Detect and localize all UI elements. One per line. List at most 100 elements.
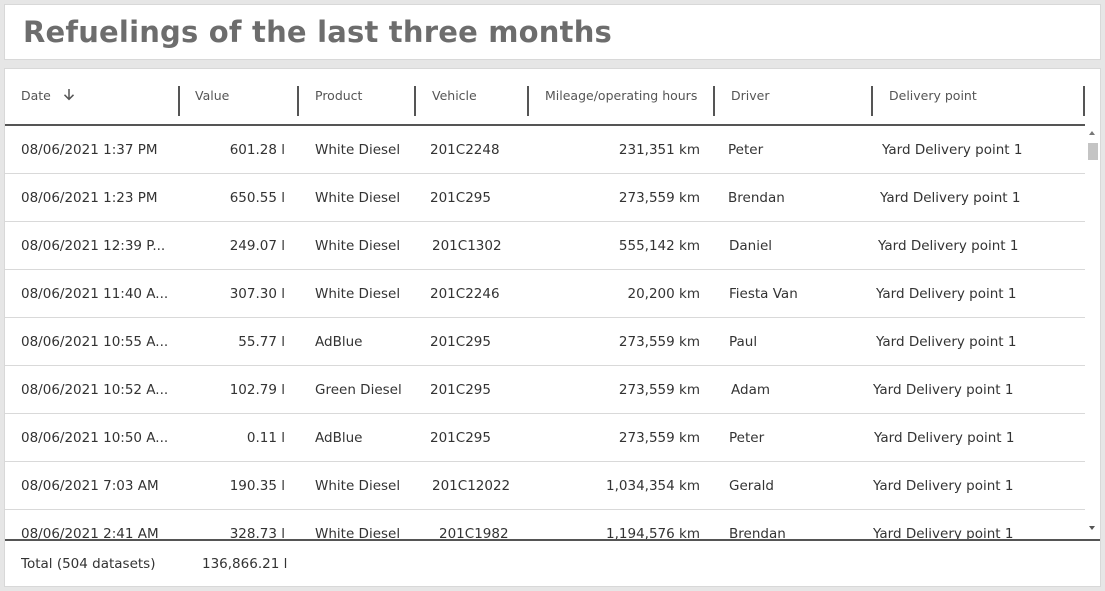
cell-date: 08/06/2021 12:39 P... — [21, 238, 166, 254]
cell-vehicle: 201C2246 — [430, 286, 500, 302]
cell-value: 55.77 l — [238, 334, 285, 350]
column-separator[interactable] — [871, 86, 873, 116]
column-separator[interactable] — [178, 86, 180, 116]
total-label: Total (504 datasets) — [21, 556, 156, 572]
cell-delivery-point: Yard Delivery point 1 — [878, 238, 1019, 254]
table-row[interactable]: 08/06/2021 10:50 A... 0.11 l AdBlue 201C… — [5, 414, 1085, 462]
cell-driver: Paul — [729, 334, 758, 350]
column-header-delivery-point[interactable]: Delivery point — [889, 86, 977, 116]
cell-value: 102.79 l — [229, 382, 285, 398]
cell-mileage: 1,194,576 km — [606, 526, 700, 539]
scroll-down-arrow-icon[interactable] — [1089, 526, 1095, 530]
cell-value: 650.55 l — [229, 190, 285, 206]
column-header-value[interactable]: Value — [195, 86, 229, 116]
cell-delivery-point: Yard Delivery point 1 — [876, 286, 1017, 302]
cell-product: AdBlue — [315, 334, 363, 350]
table-row[interactable]: 08/06/2021 1:23 PM 650.55 l White Diesel… — [5, 174, 1085, 222]
cell-date: 08/06/2021 10:55 A... — [21, 334, 169, 350]
cell-date: 08/06/2021 1:37 PM — [21, 142, 158, 158]
column-separator[interactable] — [414, 86, 416, 116]
cell-driver: Brendan — [729, 526, 786, 539]
table-row[interactable]: 08/06/2021 2:41 AM 328.73 l White Diesel… — [5, 510, 1085, 539]
column-header-vehicle[interactable]: Vehicle — [432, 86, 477, 116]
cell-mileage: 20,200 km — [627, 286, 701, 302]
table-footer: Total (504 datasets) 136,866.21 l — [5, 539, 1100, 586]
refuelings-table: Date Value Product Vehicle Mileage/opera… — [4, 68, 1101, 587]
table-row[interactable]: 08/06/2021 10:52 A... 102.79 l Green Die… — [5, 366, 1085, 414]
cell-vehicle: 201C2248 — [430, 142, 500, 158]
cell-value: 328.73 l — [229, 526, 285, 539]
cell-value: 190.35 l — [229, 478, 285, 494]
cell-mileage: 273,559 km — [618, 334, 700, 350]
cell-value: 249.07 l — [229, 238, 285, 254]
cell-driver: Fiesta Van — [729, 286, 798, 302]
table-row[interactable]: 08/06/2021 11:40 A... 307.30 l White Die… — [5, 270, 1085, 318]
cell-driver: Brendan — [728, 190, 785, 206]
column-separator[interactable] — [527, 86, 529, 116]
column-header-date[interactable]: Date — [21, 86, 75, 116]
cell-date: 08/06/2021 11:40 A... — [21, 286, 169, 302]
cell-date: 08/06/2021 10:52 A... — [21, 382, 169, 398]
table-row[interactable]: 08/06/2021 7:03 AM 190.35 l White Diesel… — [5, 462, 1085, 510]
table-row[interactable]: 08/06/2021 12:39 P... 249.07 l White Die… — [5, 222, 1085, 270]
total-value: 136,866.21 l — [202, 556, 288, 572]
cell-delivery-point: Yard Delivery point 1 — [874, 430, 1015, 446]
cell-driver: Gerald — [729, 478, 774, 494]
cell-driver: Peter — [728, 142, 764, 158]
cell-delivery-point: Yard Delivery point 1 — [876, 334, 1017, 350]
vertical-scrollbar[interactable] — [1086, 126, 1100, 539]
cell-delivery-point: Yard Delivery point 1 — [873, 526, 1014, 539]
cell-vehicle: 201C1302 — [432, 238, 502, 254]
cell-mileage: 231,351 km — [618, 142, 700, 158]
cell-driver: Peter — [729, 430, 765, 446]
column-separator[interactable] — [713, 86, 715, 116]
cell-vehicle: 201C295 — [430, 382, 491, 398]
cell-product: White Diesel — [315, 238, 401, 254]
cell-vehicle: 201C295 — [430, 334, 491, 350]
scrollbar-thumb[interactable] — [1088, 143, 1098, 160]
table-row[interactable]: 08/06/2021 1:37 PM 601.28 l White Diesel… — [5, 126, 1085, 174]
cell-driver: Adam — [731, 382, 770, 398]
table-row[interactable]: 08/06/2021 10:55 A... 55.77 l AdBlue 201… — [5, 318, 1085, 366]
cell-product: Green Diesel — [315, 382, 402, 398]
cell-date: 08/06/2021 10:50 A... — [21, 430, 169, 446]
cell-product: White Diesel — [315, 526, 401, 539]
cell-date: 08/06/2021 2:41 AM — [21, 526, 159, 539]
cell-product: White Diesel — [315, 142, 401, 158]
page-header: Refuelings of the last three months — [4, 4, 1101, 60]
cell-value: 0.11 l — [246, 430, 285, 446]
cell-delivery-point: Yard Delivery point 1 — [873, 478, 1014, 494]
cell-date: 08/06/2021 7:03 AM — [21, 478, 159, 494]
cell-value: 307.30 l — [229, 286, 285, 302]
table-body: 08/06/2021 1:37 PM 601.28 l White Diesel… — [5, 126, 1085, 539]
page-title: Refuelings of the last three months — [23, 15, 613, 49]
cell-vehicle: 201C295 — [430, 430, 491, 446]
cell-product: AdBlue — [315, 430, 363, 446]
cell-mileage: 273,559 km — [618, 430, 700, 446]
column-header-product[interactable]: Product — [315, 86, 362, 116]
cell-delivery-point: Yard Delivery point 1 — [880, 190, 1021, 206]
cell-product: White Diesel — [315, 286, 401, 302]
cell-mileage: 555,142 km — [618, 238, 700, 254]
cell-date: 08/06/2021 1:23 PM — [21, 190, 158, 206]
cell-mileage: 273,559 km — [618, 190, 700, 206]
column-header-date-label: Date — [21, 88, 51, 103]
column-header-driver[interactable]: Driver — [731, 86, 769, 116]
cell-delivery-point: Yard Delivery point 1 — [873, 382, 1014, 398]
cell-delivery-point: Yard Delivery point 1 — [882, 142, 1023, 158]
table-header: Date Value Product Vehicle Mileage/opera… — [5, 69, 1085, 126]
cell-vehicle: 201C12022 — [432, 478, 511, 494]
column-header-mileage[interactable]: Mileage/operating hours — [545, 86, 697, 116]
cell-mileage: 273,559 km — [618, 382, 700, 398]
scroll-up-arrow-icon[interactable] — [1089, 131, 1095, 135]
cell-driver: Daniel — [729, 238, 773, 254]
cell-vehicle: 201C295 — [430, 190, 491, 206]
cell-value: 601.28 l — [229, 142, 285, 158]
cell-mileage: 1,034,354 km — [606, 478, 700, 494]
column-separator[interactable] — [297, 86, 299, 116]
arrow-down-icon — [63, 87, 75, 107]
column-separator[interactable] — [1083, 86, 1085, 116]
cell-product: White Diesel — [315, 478, 401, 494]
cell-product: White Diesel — [315, 190, 401, 206]
cell-vehicle: 201C1982 — [439, 526, 509, 539]
